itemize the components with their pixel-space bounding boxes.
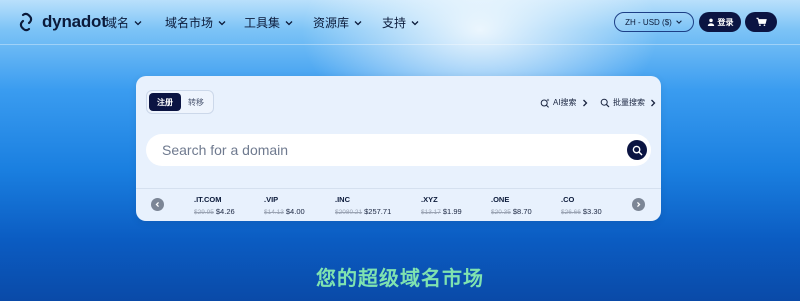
user-icon — [707, 18, 714, 26]
domain-search-box — [146, 134, 651, 166]
nav-label: 支持 — [382, 16, 407, 30]
tld-name: .ONE — [491, 195, 510, 204]
tld-name: .CO — [561, 195, 575, 204]
tld-old-price: $26.66 — [561, 209, 581, 216]
tld-price-item[interactable]: .IT.COM $29.95 $4.26 — [194, 195, 235, 216]
tld-old-price: $13.17 — [421, 209, 441, 216]
cart-button[interactable] — [745, 12, 777, 32]
hero-tagline: 您的超级域名市场 — [316, 268, 484, 290]
tld-old-price: $2080.21 — [335, 209, 363, 216]
tld-price: $8.70 — [512, 207, 532, 216]
nav-label: 域名市场 — [165, 16, 214, 30]
brand-name: dynadot — [42, 12, 107, 31]
tld-name: .INC — [335, 195, 350, 204]
brand-logo[interactable]: dynadot — [16, 12, 107, 32]
tld-price: $4.00 — [285, 207, 305, 216]
ai-search-label: AI搜索 — [553, 98, 577, 107]
ai-search-link[interactable]: AI搜索 — [540, 97, 590, 108]
tld-price-item[interactable]: .ONE $20.35 $8.70 — [491, 195, 532, 216]
tld-next-button[interactable] — [632, 198, 645, 211]
login-button[interactable]: 登录 — [699, 12, 741, 32]
domain-search-input[interactable] — [162, 142, 602, 158]
language-currency-label: ZH - USD ($) — [625, 17, 672, 27]
nav-item-support[interactable]: 支持 — [382, 14, 420, 31]
chevron-down-icon — [676, 20, 682, 24]
tld-price-item[interactable]: .INC $2080.21 $257.71 — [335, 195, 391, 216]
bulk-search-icon — [600, 98, 610, 107]
language-currency-selector[interactable]: ZH - USD ($) — [614, 12, 694, 32]
chevron-right-icon — [582, 99, 587, 106]
chevron-right-icon — [637, 201, 641, 208]
tld-price-item[interactable]: .VIP $14.13 $4.00 — [264, 195, 305, 216]
nav-label: 资源库 — [313, 16, 350, 30]
chevron-down-icon — [285, 20, 293, 25]
dynadot-logo-icon — [19, 12, 33, 32]
tld-prev-button[interactable] — [151, 198, 164, 211]
cart-icon — [755, 17, 767, 27]
ai-search-icon — [540, 98, 550, 108]
tld-name: .XYZ — [421, 195, 438, 204]
chevron-right-icon — [651, 99, 656, 106]
search-mode-tabs: 注册 转移 — [146, 90, 214, 114]
tld-old-price: $29.95 — [194, 209, 214, 216]
nav-item-tools[interactable]: 工具集 — [244, 14, 294, 31]
login-label: 登录 — [717, 17, 734, 27]
nav-item-domains[interactable]: 域名 — [105, 14, 143, 31]
chevron-down-icon — [218, 20, 226, 25]
tld-old-price: $20.35 — [491, 209, 511, 216]
tld-name: .IT.COM — [194, 195, 222, 204]
tld-price: $257.71 — [364, 207, 392, 216]
nav-item-resources[interactable]: 资源库 — [313, 14, 363, 31]
bulk-search-label: 批量搜索 — [613, 98, 645, 107]
search-icon — [632, 145, 642, 155]
tab-register[interactable]: 注册 — [149, 93, 181, 111]
tld-price-item[interactable]: .XYZ $13.17 $1.99 — [421, 195, 462, 216]
bulk-search-link[interactable]: 批量搜索 — [600, 97, 658, 108]
search-button[interactable] — [627, 140, 647, 160]
chevron-down-icon — [411, 20, 419, 25]
tld-price: $1.99 — [442, 207, 462, 216]
header-divider — [0, 44, 800, 45]
tld-divider — [136, 188, 661, 189]
tld-old-price: $14.13 — [264, 209, 284, 216]
top-header: dynadot 域名 域名市场 工具集 资源库 支持 ZH - USD ($) … — [0, 0, 800, 44]
tld-price-item[interactable]: .CO $26.66 $3.30 — [561, 195, 602, 216]
nav-label: 域名 — [105, 16, 130, 30]
tld-price: $4.26 — [215, 207, 235, 216]
tld-price: $3.30 — [582, 207, 602, 216]
chevron-left-icon — [155, 201, 159, 208]
nav-label: 工具集 — [244, 16, 281, 30]
nav-item-marketplace[interactable]: 域名市场 — [165, 14, 227, 31]
chevron-down-icon — [354, 20, 362, 25]
tab-transfer[interactable]: 转移 — [181, 93, 211, 111]
tld-name: .VIP — [264, 195, 279, 204]
chevron-down-icon — [134, 20, 142, 25]
domain-search-card: 注册 转移 AI搜索 批量搜索 .IT.COM — [136, 76, 661, 221]
